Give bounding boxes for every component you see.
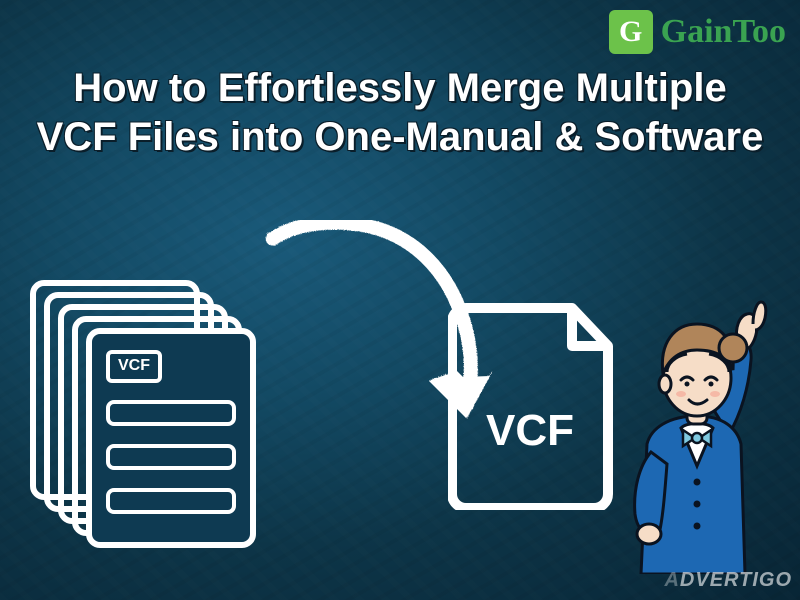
person-character-icon <box>611 294 786 574</box>
page-title: How to Effortlessly Merge Multiple VCF F… <box>0 64 800 162</box>
illustration-stage: VCF VCF <box>0 230 800 600</box>
stack-card-front: VCF <box>86 328 256 548</box>
brand-logo: G GainToo <box>609 10 786 54</box>
single-vcf-file-icon: VCF <box>448 300 623 510</box>
stack-badge-label: VCF <box>106 350 162 383</box>
watermark-text: ADVERTIGO <box>664 569 792 592</box>
brand-badge-letter: G <box>609 10 653 54</box>
watermark-main: DVERTIGO <box>680 569 792 591</box>
stack-line-icon <box>106 400 236 426</box>
stack-line-icon <box>106 444 236 470</box>
single-file-label: VCF <box>486 406 574 455</box>
vcf-file-stack-icon: VCF <box>30 280 268 578</box>
brand-name: GainToo <box>661 13 786 51</box>
watermark-faded-prefix: A <box>664 569 679 591</box>
stack-line-icon <box>106 488 236 514</box>
